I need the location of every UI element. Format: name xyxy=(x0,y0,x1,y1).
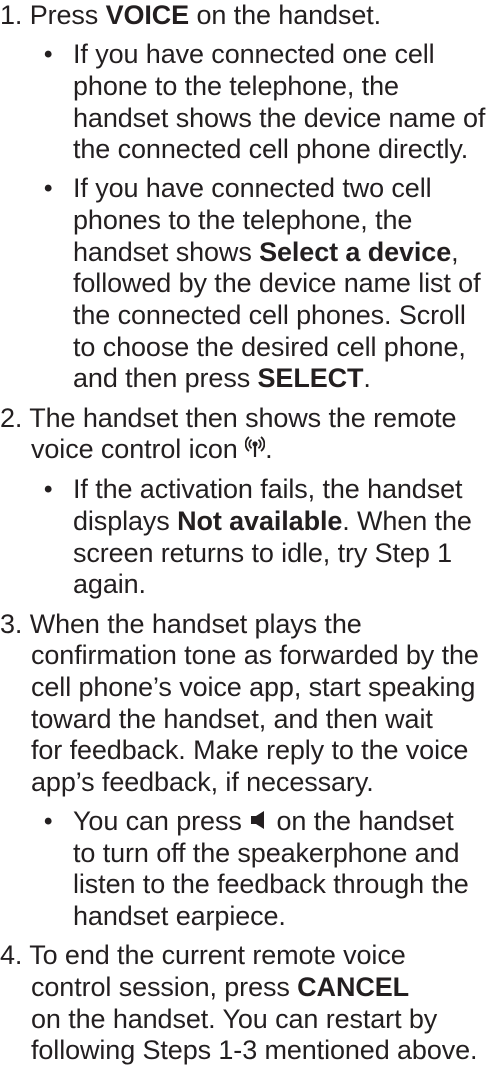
step-1-bullet-1-line-3: handset shows the device name of xyxy=(73,102,486,133)
step-1-bullet-2-line-4: followed by the device name list of xyxy=(73,268,481,299)
step-2-line-1: 2. The handset then shows the remote xyxy=(0,402,457,433)
step-1-number: 1. xyxy=(0,0,23,31)
step-4-line-2: control session, press CANCEL xyxy=(31,971,410,1002)
step-1-bullet-1-line-1: If you have connected one cell xyxy=(73,39,435,70)
step-1-bullet-2-line-7: and then press SELECT. xyxy=(73,363,371,394)
step-2-bullet-1-line-4: again. xyxy=(73,569,146,600)
step-1-bullet-2-line-1: If you have connected two cell xyxy=(73,173,432,204)
not-available-text: Not available xyxy=(177,506,343,536)
step-3-bullet-1-line-2: to turn off the speakerphone and xyxy=(73,837,460,868)
step-1-bullet-2-line-2: phones to the telephone, the xyxy=(73,205,413,236)
step-4-number: 4. xyxy=(0,940,23,971)
step-3-line-3: cell phone’s voice app, start speaking xyxy=(31,671,476,702)
select-a-device-text: Select a device xyxy=(259,236,452,267)
step-2-bullet-1-line-2: displays Not available. When the xyxy=(73,506,472,536)
step-3-bullet-1-line-3: listen to the feedback through the xyxy=(73,869,469,900)
step-1-bullet-1-line-4: the connected cell phone directly. xyxy=(73,134,469,165)
step-3-line-2: confirmation tone as forwarded by the xyxy=(31,640,479,671)
step-3-line-5: for feedback. Make reply to the voice xyxy=(31,735,469,766)
bullet-marker: • xyxy=(44,41,53,69)
bullet-marker: • xyxy=(44,476,53,504)
step-1-bullet-2-line-5: the connected cell phones. Scroll xyxy=(73,300,466,331)
step-1-bullet-1-line-2: phone to the telephone, the xyxy=(73,70,399,101)
step-1-bullet-2-line-6: to choose the desired cell phone, xyxy=(73,331,466,362)
step-2-line-2: voice control icon . xyxy=(31,434,273,465)
step-4-line-1: 4. To end the current remote voice xyxy=(0,940,406,971)
cancel-key: CANCEL xyxy=(297,971,410,1002)
remote-voice-control-icon xyxy=(245,434,266,458)
step-3-number: 3. xyxy=(0,608,23,639)
step-2-bullet-1-line-1: If the activation fails, the handset xyxy=(73,474,463,505)
step-4-line-3: on the handset. You can restart by xyxy=(31,1003,438,1034)
step-3-line-1: 3. When the handset plays the xyxy=(0,608,362,639)
step-1-bullet-2-line-3: handset shows Select a device, xyxy=(73,236,459,267)
step-3-line-6: app’s feedback, if necessary. xyxy=(31,766,374,797)
step-2-number: 2. xyxy=(0,402,23,433)
step-3-bullet-1-line-4: handset earpiece. xyxy=(73,901,286,932)
bullet-marker: • xyxy=(44,175,53,203)
step-3-bullet-1-line-1: You can press on the handset xyxy=(73,806,454,837)
step-4-line-4: following Steps 1-3 mentioned above. xyxy=(31,1035,478,1066)
speakerphone-icon xyxy=(249,810,269,830)
select-key: SELECT xyxy=(257,363,364,394)
bullet-marker: • xyxy=(44,808,53,836)
voice-key: VOICE xyxy=(105,0,190,31)
step-3-line-4: toward the handset, and then wait xyxy=(31,703,433,734)
step-2-bullet-1-line-3: screen returns to idle, try Step 1 xyxy=(73,537,453,568)
step-1-line-1: 1. Press VOICE on the handset. xyxy=(0,0,382,31)
